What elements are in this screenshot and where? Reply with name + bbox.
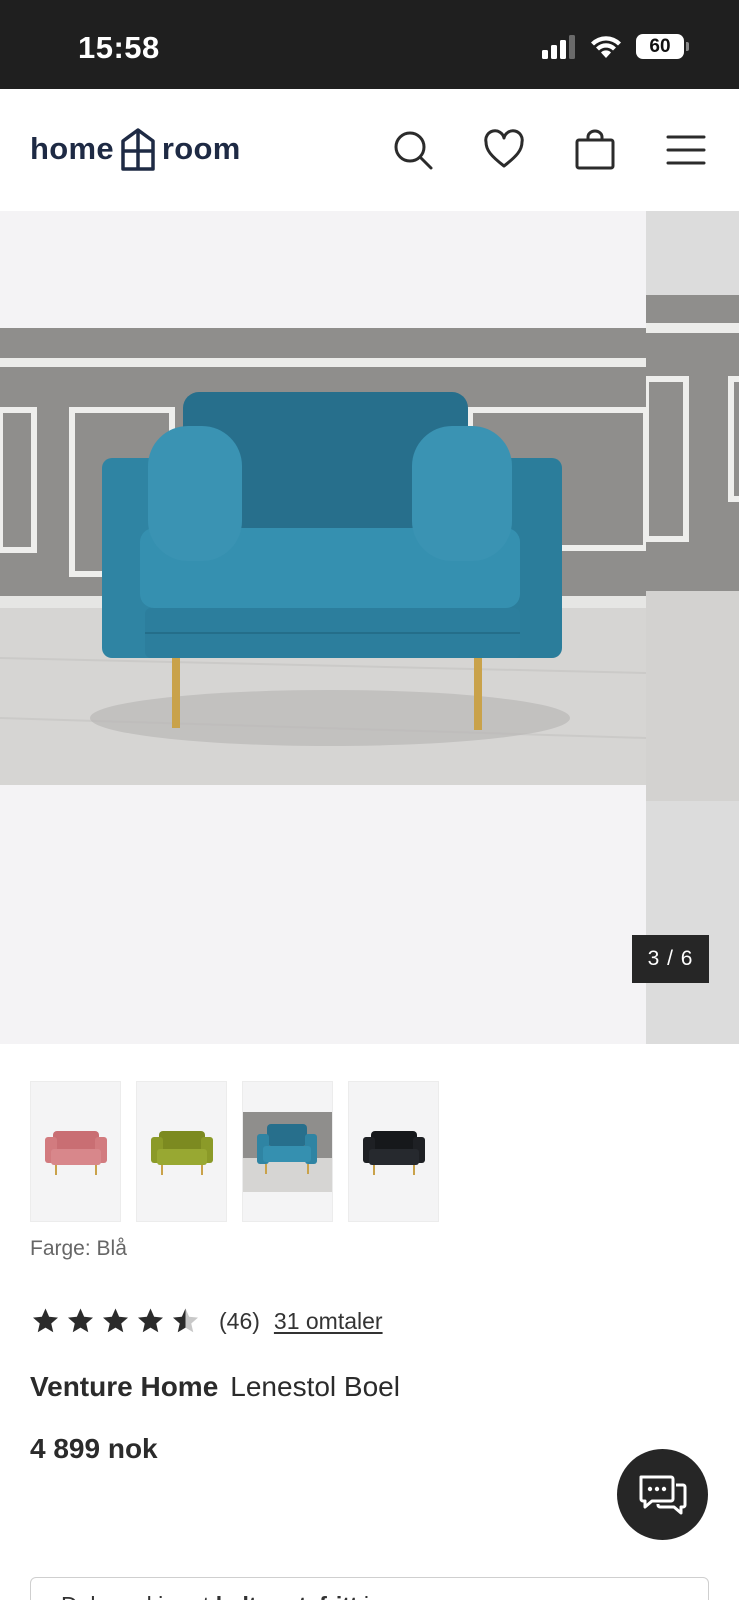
product-brand[interactable]: Venture Home (30, 1371, 218, 1402)
battery-cap (686, 42, 689, 51)
product-name: Lenestol Boel (230, 1371, 400, 1402)
heart-icon[interactable] (483, 129, 525, 171)
chat-button[interactable] (617, 1449, 708, 1540)
payment-promo-box[interactable]: Del opp kjøpet helt rentefritt i (30, 1577, 709, 1600)
promo-text-end: i (358, 1592, 369, 1600)
gallery-current-slide[interactable] (0, 211, 646, 1044)
thumbnail-black[interactable] (348, 1081, 439, 1222)
logo-word-home: home (30, 131, 114, 166)
menu-icon[interactable] (665, 129, 707, 171)
rating-stars (30, 1306, 201, 1336)
star-full-icon (103, 1308, 128, 1333)
signal-icon (542, 34, 575, 59)
battery-icon: 60 (636, 34, 689, 59)
status-bar: 15:58 60 (0, 0, 739, 89)
selected-color-label: Farge: Blå (30, 1237, 127, 1260)
product-image (0, 328, 646, 785)
rating-count: (46) (219, 1307, 260, 1334)
logo-word-room: room (161, 131, 241, 166)
product-gallery[interactable] (0, 211, 739, 1044)
product-title: Venture Home Lenestol Boel (30, 1371, 400, 1403)
thumbnail-green[interactable] (136, 1081, 227, 1222)
product-rating: (46) 31 omtaler (30, 1306, 383, 1336)
armchair-black-icon (362, 1130, 425, 1175)
armchair-pink-icon (44, 1130, 107, 1175)
next-product-image (643, 295, 739, 801)
site-header: home room (0, 89, 739, 211)
star-half-icon (173, 1308, 198, 1333)
gallery-next-slide-peek[interactable] (643, 211, 739, 1044)
promo-text-start: Del opp kjøpet (61, 1592, 216, 1600)
chat-icon (639, 1475, 686, 1514)
battery-level: 60 (636, 34, 684, 59)
armchair-green-icon (150, 1130, 213, 1175)
promo-text-bold: helt rentefritt (216, 1592, 358, 1600)
product-price: 4 899 nok (30, 1433, 158, 1464)
status-icons: 60 (542, 34, 689, 59)
star-full-icon (68, 1308, 93, 1333)
thumbnail-pink[interactable] (30, 1081, 121, 1222)
wifi-icon (591, 35, 621, 58)
slide-counter: 3 / 6 (632, 935, 709, 983)
search-icon[interactable] (392, 129, 434, 171)
reviews-link[interactable]: 31 omtaler (274, 1308, 383, 1335)
color-thumbnails (30, 1081, 439, 1222)
armchair-blue-icon (243, 1111, 332, 1192)
thumbnail-blue-selected[interactable] (242, 1081, 333, 1222)
house-logo-icon (121, 128, 155, 171)
status-time: 15:58 (78, 30, 160, 65)
star-full-icon (138, 1308, 163, 1333)
logo[interactable]: home room (30, 127, 241, 171)
bag-icon[interactable] (574, 129, 616, 171)
star-full-icon (33, 1308, 58, 1333)
